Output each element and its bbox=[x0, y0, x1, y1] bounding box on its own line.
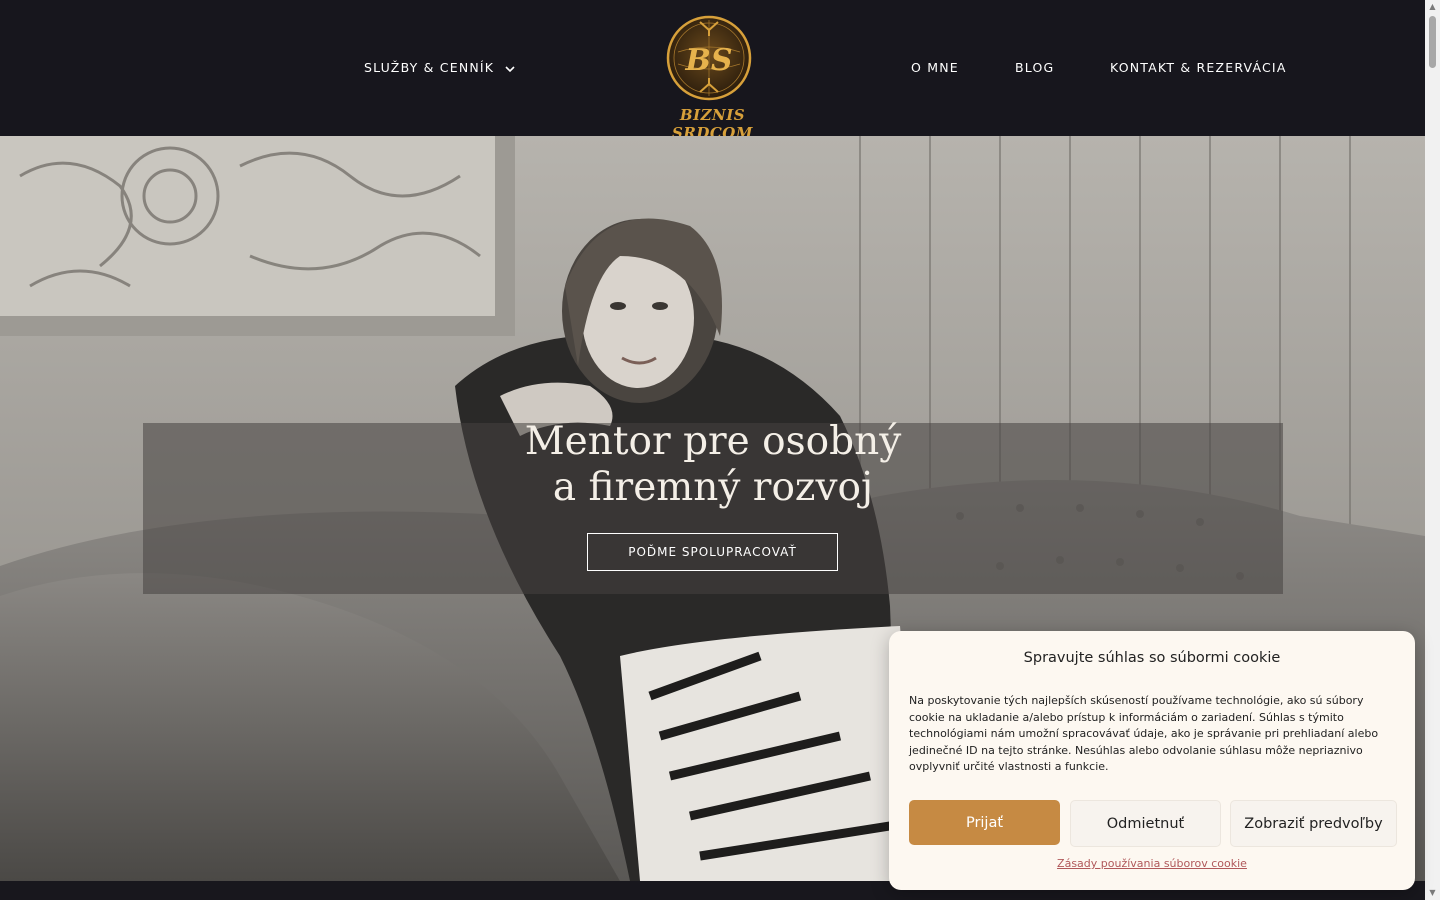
scrollbar-thumb[interactable] bbox=[1429, 16, 1436, 68]
cookie-deny-button[interactable]: Odmietnuť bbox=[1070, 800, 1221, 847]
cookie-accept-button[interactable]: Prijať bbox=[909, 800, 1060, 845]
cookie-policy-link[interactable]: Zásady používania súborov cookie bbox=[889, 857, 1415, 870]
nav-blog[interactable]: BLOG bbox=[1015, 60, 1054, 75]
hero-title-line1: Mentor pre osobný bbox=[524, 419, 902, 464]
cookie-dialog-text: Na poskytovanie tých najlepších skúsenos… bbox=[909, 694, 1379, 774]
cta-cooperate-button[interactable]: POĎME SPOLUPRACOVAŤ bbox=[587, 533, 838, 571]
logo-emblem-icon: BS bbox=[666, 15, 752, 101]
nav-contact-reservation[interactable]: KONTAKT & REZERVÁCIA bbox=[1110, 60, 1287, 75]
page-scrollbar[interactable]: ▲ ▼ bbox=[1425, 0, 1440, 900]
hero-title: Mentor pre osobný a firemný rozvoj bbox=[143, 419, 1283, 511]
hero-title-line2: a firemný rozvoj bbox=[552, 465, 874, 510]
nav-services-label: SLUŽBY & CENNÍK bbox=[364, 60, 495, 75]
cookie-consent-dialog: Spravujte súhlas so súbormi cookie Na po… bbox=[889, 631, 1415, 890]
nav-services-pricing[interactable]: SLUŽBY & CENNÍK bbox=[364, 60, 515, 76]
cookie-preferences-button[interactable]: Zobraziť predvoľby bbox=[1230, 800, 1397, 847]
site-header: SLUŽBY & CENNÍK BS BIZNIS SRDCOM O MNE B… bbox=[0, 0, 1425, 142]
chevron-down-icon bbox=[505, 61, 515, 76]
scroll-down-arrow-icon[interactable]: ▼ bbox=[1425, 886, 1440, 900]
site-logo[interactable]: BS BIZNIS SRDCOM bbox=[640, 12, 785, 142]
svg-text:BS: BS bbox=[684, 43, 732, 78]
cookie-dialog-title: Spravujte súhlas so súbormi cookie bbox=[1023, 650, 1281, 666]
scroll-up-arrow-icon[interactable]: ▲ bbox=[1425, 0, 1440, 14]
nav-about[interactable]: O MNE bbox=[911, 60, 959, 75]
